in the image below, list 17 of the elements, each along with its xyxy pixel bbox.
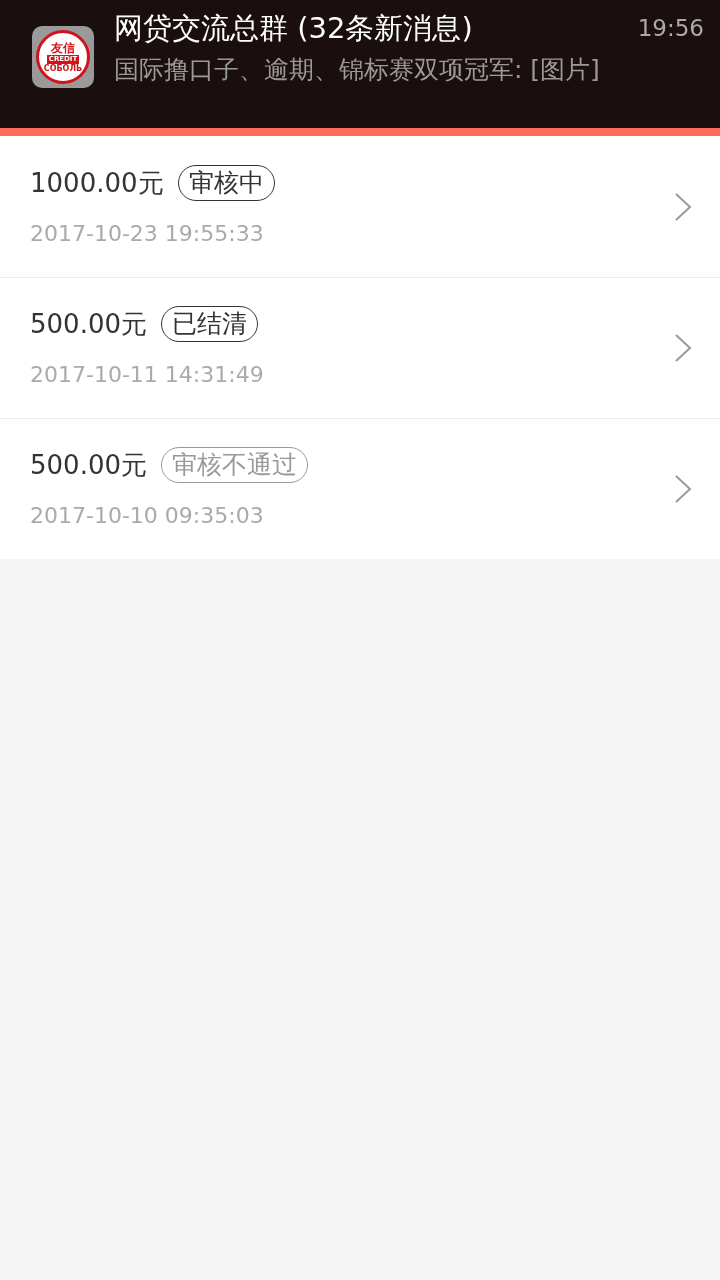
loan-date: 2017-10-10 09:35:03 (30, 502, 265, 530)
loan-amount: 500.00元 (30, 449, 147, 482)
notification-title: 网贷交流总群 (32条新消息) (114, 10, 473, 46)
loan-record-row[interactable]: 1000.00元 审核中 2017-10-23 19:55:33 (0, 136, 720, 277)
notification-message: 国际撸口子、逾期、锦标赛双项冠军: [图片] (114, 54, 601, 86)
chevron-right-icon (674, 333, 692, 363)
chevron-right-icon (674, 474, 692, 504)
loan-amount: 500.00元 (30, 308, 147, 341)
logo-caption: СОБОЛЬ (43, 63, 83, 73)
logo-text: 友信 (51, 41, 75, 55)
chevron-right-icon (674, 191, 692, 222)
loan-date: 2017-10-11 14:31:49 (30, 361, 265, 389)
loan-record-row[interactable]: 500.00元 审核不通过 2017-10-10 09:35:03 (0, 418, 720, 559)
loan-record-row[interactable]: 500.00元 已结清 2017-10-11 14:31:49 (0, 277, 720, 418)
loan-date: 2017-10-23 19:55:33 (30, 219, 265, 248)
notification-time: 19:56 (637, 14, 704, 43)
loan-amount: 1000.00元 (30, 166, 164, 200)
